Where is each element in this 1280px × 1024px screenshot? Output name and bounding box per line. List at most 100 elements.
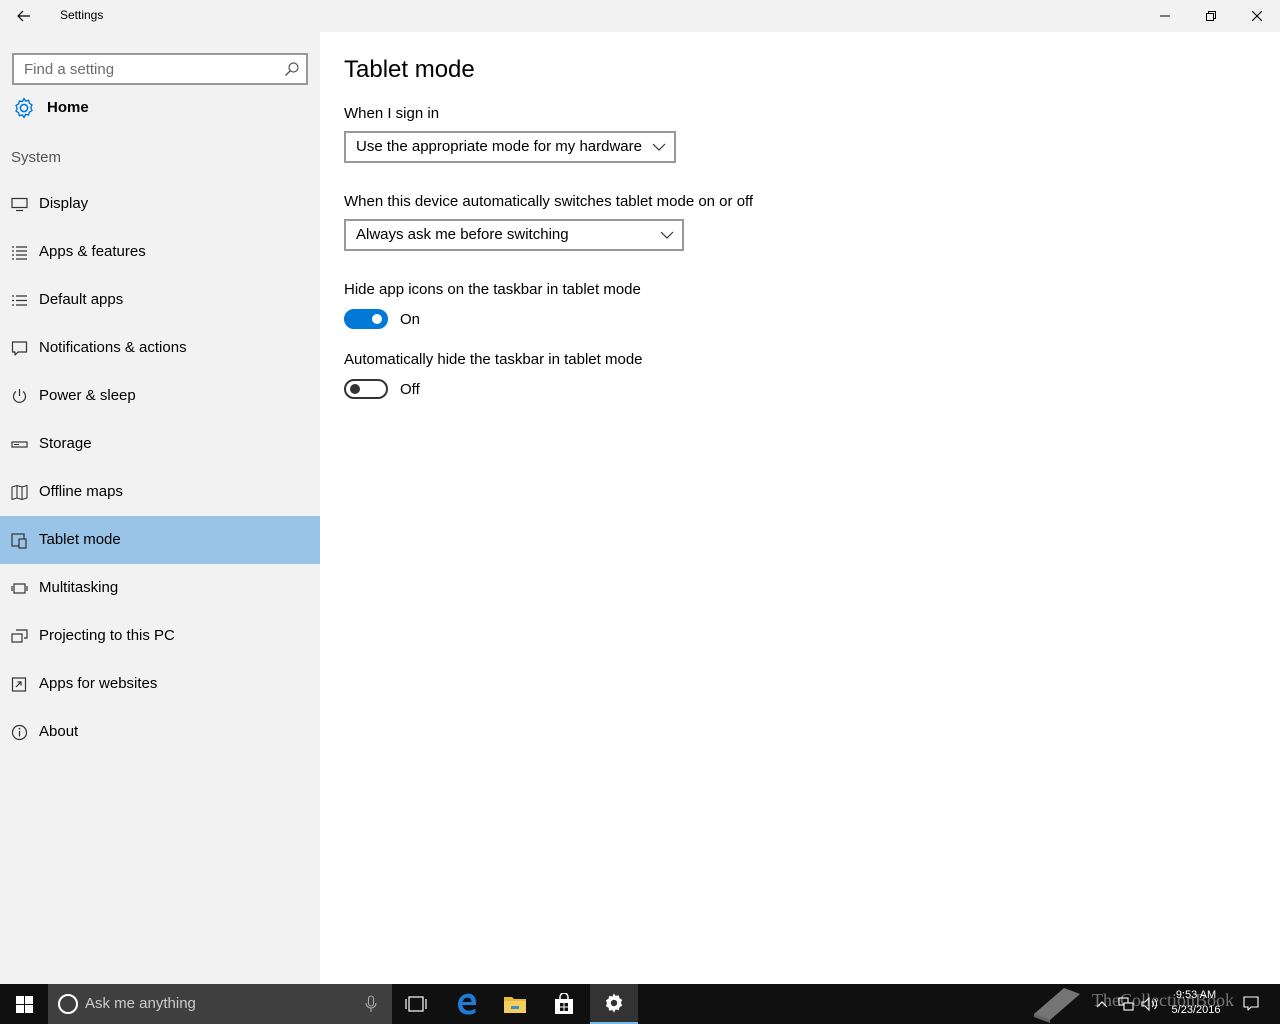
- toggle-knob: [372, 314, 382, 324]
- drive-icon: [11, 441, 28, 448]
- setting-search-box[interactable]: [12, 53, 308, 85]
- sidebar-item-label: Apps for websites: [39, 675, 158, 692]
- nav-group-label: System: [11, 149, 62, 166]
- nav-list: Display Apps & features Default apps Not…: [0, 180, 320, 756]
- close-icon: [1252, 11, 1262, 21]
- hide-taskbar-toggle[interactable]: [344, 379, 388, 399]
- restore-icon: [1206, 11, 1216, 21]
- microphone-icon[interactable]: [364, 995, 378, 1013]
- clock-date: 5/23/2016: [1171, 1004, 1221, 1016]
- hide-icons-label: Hide app icons on the taskbar in tablet …: [344, 281, 641, 298]
- title-bar: Settings: [0, 0, 1280, 32]
- sidebar-item-label: About: [39, 723, 79, 740]
- edge-icon: [458, 993, 476, 1015]
- hide-taskbar-label: Automatically hide the taskbar in tablet…: [344, 351, 643, 368]
- cortana-placeholder: Ask me anything: [85, 995, 196, 1012]
- show-hidden-icons-button[interactable]: [1092, 984, 1112, 1024]
- taskbar: Ask me anything TheCollectionBook 9:53 A…: [0, 984, 1280, 1024]
- setting-search-input[interactable]: [14, 55, 280, 83]
- auto-switch-dropdown[interactable]: Always ask me before switching: [344, 219, 684, 251]
- sidebar: Home System Display Apps & features Defa…: [0, 32, 320, 984]
- sidebar-item-label: Display: [39, 195, 89, 212]
- sidebar-item-multitasking[interactable]: Multitasking: [0, 564, 320, 612]
- speaker-icon: [1141, 997, 1158, 1011]
- list-icon: [12, 246, 27, 260]
- sidebar-item-label: Multitasking: [39, 579, 119, 596]
- sidebar-item-projecting[interactable]: Projecting to this PC: [0, 612, 320, 660]
- hide-icons-state: On: [400, 311, 421, 328]
- windows-logo-icon: [15, 995, 33, 1013]
- gear-icon: [605, 993, 623, 1013]
- action-center-button[interactable]: [1238, 984, 1264, 1024]
- gear-icon: [15, 97, 33, 119]
- speech-bubble-icon: [11, 341, 28, 356]
- chevron-up-icon: [1096, 1001, 1108, 1008]
- info-icon: [11, 724, 28, 741]
- multitasking-icon: [11, 583, 28, 594]
- close-button[interactable]: [1234, 0, 1280, 32]
- chevron-down-icon: [660, 231, 674, 239]
- sidebar-item-offline-maps[interactable]: Offline maps: [0, 468, 320, 516]
- search-icon[interactable]: [284, 61, 300, 77]
- folder-icon: [504, 997, 526, 1013]
- sidebar-item-label: Power & sleep: [39, 387, 136, 404]
- start-button[interactable]: [0, 984, 48, 1024]
- task-view-button[interactable]: [392, 984, 440, 1024]
- sign-in-label: When I sign in: [344, 105, 440, 122]
- projecting-icon: [11, 629, 28, 643]
- sidebar-item-label: Projecting to this PC: [39, 627, 175, 644]
- sidebar-item-apps-for-websites[interactable]: Apps for websites: [0, 660, 320, 708]
- edge-browser-button[interactable]: [443, 984, 491, 1024]
- volume-button[interactable]: [1140, 984, 1160, 1024]
- sidebar-item-label: Tablet mode: [39, 531, 121, 548]
- sidebar-item-power-sleep[interactable]: Power & sleep: [0, 372, 320, 420]
- minimize-icon: [1160, 15, 1170, 17]
- dropdown-value: Always ask me before switching: [356, 226, 569, 243]
- sidebar-item-display[interactable]: Display: [0, 180, 320, 228]
- sidebar-item-notifications[interactable]: Notifications & actions: [0, 324, 320, 372]
- store-bag-icon: [555, 993, 573, 1014]
- home-link[interactable]: Home: [0, 88, 320, 128]
- minimize-button[interactable]: [1142, 0, 1188, 32]
- hide-taskbar-state: Off: [400, 381, 420, 398]
- restore-button[interactable]: [1188, 0, 1234, 32]
- back-button[interactable]: [0, 0, 48, 32]
- sidebar-item-storage[interactable]: Storage: [0, 420, 320, 468]
- sidebar-item-about[interactable]: About: [0, 708, 320, 756]
- file-explorer-button[interactable]: [491, 984, 539, 1024]
- network-icon: [1118, 997, 1134, 1011]
- sidebar-item-tablet-mode[interactable]: Tablet mode: [0, 516, 320, 564]
- clock-time: 9:53 AM: [1175, 989, 1217, 1001]
- chevron-down-icon: [652, 143, 666, 151]
- sidebar-item-default-apps[interactable]: Default apps: [0, 276, 320, 324]
- app-link-icon: [11, 677, 27, 692]
- main-content: Tablet mode When I sign in Use the appro…: [320, 32, 1280, 984]
- notification-icon: [1243, 996, 1259, 1011]
- network-button[interactable]: [1116, 984, 1136, 1024]
- toggle-knob: [350, 384, 360, 394]
- back-arrow-icon: [17, 10, 30, 22]
- home-label: Home: [47, 99, 89, 116]
- sidebar-item-label: Apps & features: [39, 243, 146, 260]
- sign-in-mode-dropdown[interactable]: Use the appropriate mode for my hardware: [344, 131, 676, 163]
- page-title: Tablet mode: [344, 56, 475, 83]
- book-logo-icon: [1034, 988, 1080, 1023]
- map-icon: [11, 484, 28, 501]
- settings-taskbar-button[interactable]: [590, 984, 638, 1024]
- power-icon: [12, 389, 27, 403]
- sidebar-item-label: Offline maps: [39, 483, 123, 500]
- sidebar-item-apps-features[interactable]: Apps & features: [0, 228, 320, 276]
- store-button[interactable]: [540, 984, 588, 1024]
- dropdown-value: Use the appropriate mode for my hardware: [356, 138, 642, 155]
- tablet-mode-icon: [11, 533, 27, 549]
- list-icon: [12, 295, 27, 306]
- taskbar-clock[interactable]: 9:53 AM 5/23/2016: [1158, 988, 1234, 1018]
- hide-icons-toggle[interactable]: [344, 309, 388, 329]
- cortana-icon: [58, 994, 78, 1014]
- sidebar-item-label: Notifications & actions: [39, 339, 187, 356]
- cortana-search-box[interactable]: Ask me anything: [48, 984, 392, 1024]
- monitor-icon: [11, 197, 28, 212]
- task-view-icon: [405, 996, 427, 1012]
- sidebar-item-label: Default apps: [39, 291, 124, 308]
- window-title: Settings: [60, 8, 104, 22]
